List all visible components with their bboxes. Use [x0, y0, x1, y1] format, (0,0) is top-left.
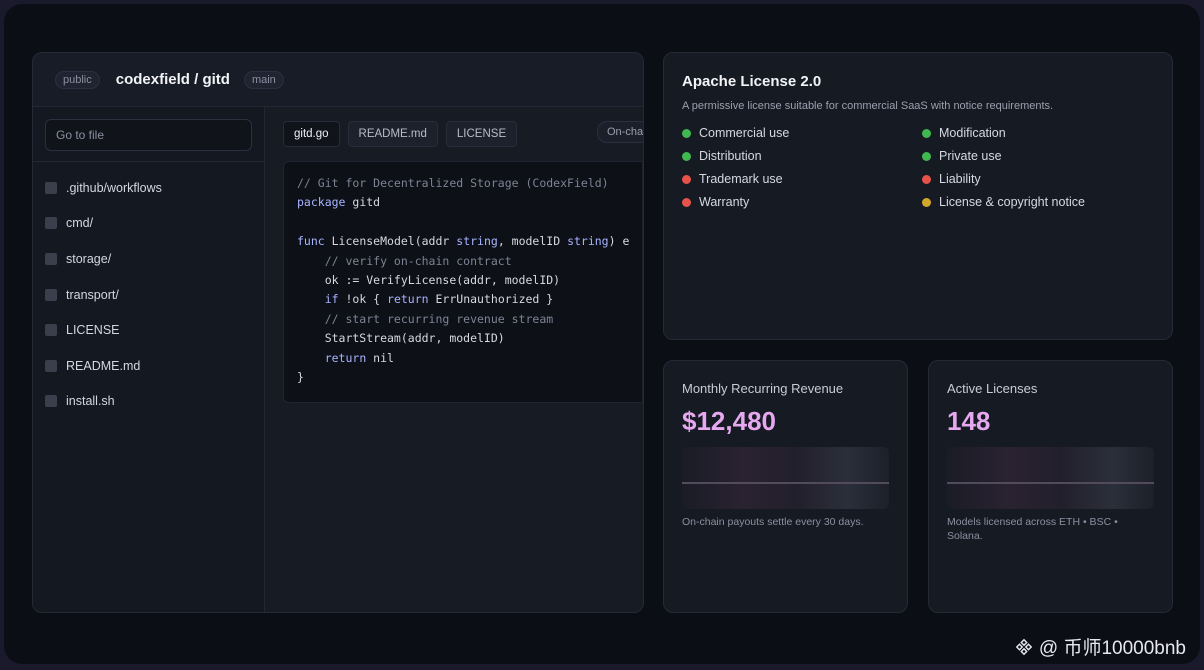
- folder-icon: [45, 181, 57, 194]
- license-title: Apache License 2.0: [682, 73, 822, 90]
- visibility-badge: public: [55, 70, 100, 89]
- permission-label: Commercial use: [699, 126, 790, 140]
- status-dot-icon: [682, 197, 691, 207]
- permission-item: Trademark use: [682, 170, 783, 188]
- branch-badge[interactable]: main: [243, 70, 284, 89]
- status-dot-icon: [682, 174, 691, 184]
- folder-icon: [45, 252, 57, 265]
- sparkline-line: [947, 482, 1154, 484]
- tab-readme[interactable]: README.md: [347, 121, 438, 147]
- code-line: package gitd: [297, 195, 381, 210]
- file-icon: [45, 395, 57, 408]
- status-dot-icon: [682, 128, 691, 138]
- code-line: func LicenseModel(addr string, modelID s…: [297, 234, 630, 249]
- repo-name[interactable]: codexfield / gitd: [116, 71, 230, 88]
- mrr-sparkline: [682, 447, 889, 509]
- status-dot-icon: [922, 197, 931, 207]
- code-editor: gitd.go README.md LICENSE On-chain // Gi…: [265, 107, 643, 612]
- sparkline-line: [682, 482, 889, 484]
- file-icon: [45, 359, 57, 372]
- code-line: // Git for Decentralized Storage (CodexF…: [297, 176, 609, 190]
- watermark: @ 币师10000bnb: [1015, 633, 1186, 660]
- permission-label: License & copyright notice: [939, 195, 1085, 209]
- code-line: StartStream(addr, modelID): [297, 331, 505, 346]
- mrr-note: On-chain payouts settle every 30 days.: [682, 516, 864, 528]
- license-card: Apache License 2.0 A permissive license …: [663, 52, 1173, 340]
- file-label: README.md: [66, 358, 141, 373]
- repo-panel: public codexfield / gitd main Go to file…: [32, 52, 644, 613]
- onchain-badge: On-chain: [597, 121, 643, 143]
- file-item-transport[interactable]: transport/: [33, 277, 264, 313]
- code-line: ok := VerifyLicense(addr, modelID): [297, 272, 561, 287]
- file-item-cmd[interactable]: cmd/: [33, 206, 264, 242]
- mrr-title: Monthly Recurring Revenue: [682, 381, 844, 396]
- code-line: if !ok { return ErrUnauthorized }: [324, 292, 554, 307]
- licenses-value: 148: [947, 406, 991, 436]
- permission-item: Private use: [922, 147, 1002, 165]
- file-tabs: gitd.go README.md LICENSE: [265, 107, 643, 161]
- licenses-title: Active Licenses: [947, 381, 1038, 396]
- mrr-card: Monthly Recurring Revenue $12,480 On-cha…: [663, 360, 908, 613]
- app-window: public codexfield / gitd main Go to file…: [4, 4, 1200, 664]
- file-icon: [45, 324, 57, 337]
- licenses-sparkline: [947, 447, 1154, 509]
- code-view[interactable]: // Git for Decentralized Storage (CodexF…: [283, 161, 643, 403]
- file-item-readme[interactable]: README.md: [33, 348, 264, 384]
- status-dot-icon: [922, 128, 931, 138]
- tab-gitd-go[interactable]: gitd.go: [283, 121, 340, 147]
- permissions-grid: Commercial use Distribution Trademark us…: [682, 124, 1172, 224]
- status-dot-icon: [922, 151, 931, 161]
- permission-item: Modification: [922, 124, 1006, 142]
- permission-item: Commercial use: [682, 124, 789, 142]
- code-line: // verify on-chain contract: [297, 253, 512, 268]
- permission-item: Liability: [922, 170, 981, 188]
- permission-item: Distribution: [682, 147, 762, 165]
- code-line: // start recurring revenue stream: [297, 311, 554, 326]
- file-label: LICENSE: [66, 323, 120, 338]
- watermark-text: @ 币师10000bnb: [1038, 638, 1186, 659]
- file-label: cmd/: [66, 216, 94, 231]
- permission-item: License & copyright notice: [922, 193, 1085, 211]
- license-subtitle: A permissive license suitable for commer…: [682, 100, 1054, 112]
- permission-label: Trademark use: [699, 172, 783, 186]
- file-item-install[interactable]: install.sh: [33, 384, 264, 420]
- file-label: transport/: [66, 287, 119, 302]
- file-item-github-workflows[interactable]: .github/workflows: [33, 170, 264, 206]
- file-item-storage[interactable]: storage/: [33, 241, 264, 277]
- permission-item: Warranty: [682, 193, 749, 211]
- file-label: storage/: [66, 251, 112, 266]
- mrr-value: $12,480: [682, 406, 776, 436]
- tab-license[interactable]: LICENSE: [445, 121, 518, 147]
- file-list: .github/workflows cmd/ storage/ transpor…: [33, 162, 264, 419]
- file-label: .github/workflows: [66, 180, 162, 195]
- code-line: return nil: [324, 350, 394, 365]
- repo-header: public codexfield / gitd main: [33, 53, 643, 107]
- permission-label: Warranty: [699, 195, 750, 209]
- file-label: install.sh: [66, 394, 115, 409]
- active-licenses-card: Active Licenses 148 Models licensed acro…: [928, 360, 1173, 613]
- status-dot-icon: [922, 174, 931, 184]
- file-sidebar: Go to file .github/workflows cmd/ storag…: [33, 107, 265, 612]
- permission-label: Private use: [939, 149, 1002, 163]
- code-line: }: [297, 369, 304, 384]
- status-dot-icon: [682, 151, 691, 161]
- licenses-note: Models licensed across ETH • BSC • Solan…: [947, 516, 1118, 542]
- binance-diamond-icon: [1015, 638, 1033, 655]
- permission-label: Modification: [939, 126, 1006, 140]
- folder-icon: [45, 288, 57, 301]
- go-to-file-input[interactable]: Go to file: [45, 119, 252, 151]
- folder-icon: [45, 217, 57, 230]
- permission-label: Distribution: [699, 149, 762, 163]
- permission-label: Liability: [939, 172, 981, 186]
- file-item-license[interactable]: LICENSE: [33, 312, 264, 348]
